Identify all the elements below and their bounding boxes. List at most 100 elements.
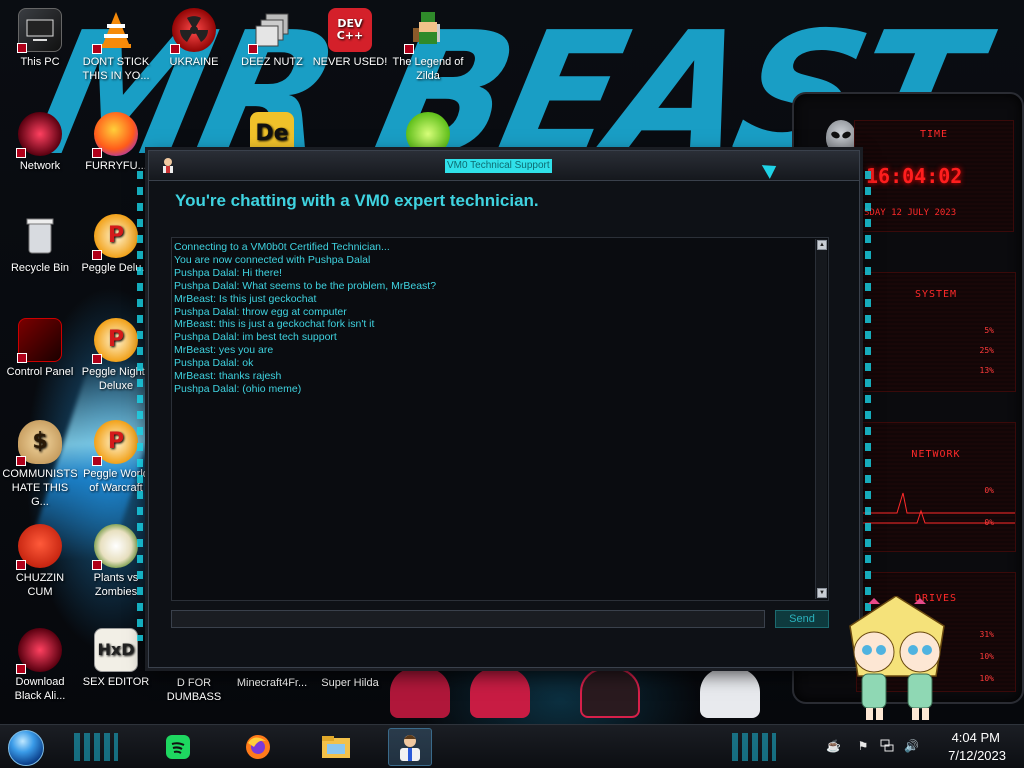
- chuzzle-icon: [16, 524, 62, 570]
- desktop-icon-dont-stick[interactable]: DONT STICK THIS IN YO...: [78, 8, 154, 83]
- wallpaper-shoe: [700, 668, 760, 718]
- taskbar-decoration: [74, 733, 118, 761]
- java-icon[interactable]: ☕: [826, 739, 841, 753]
- chat-messages: Connecting to a VM0b0t Certified Technic…: [174, 241, 814, 597]
- gadget-system-title: SYSTEM: [914, 289, 958, 300]
- desktop-icon-ukraine[interactable]: UKRAINE: [156, 8, 232, 69]
- chat-message: Pushpa Dalal: (ohio meme): [174, 382, 302, 395]
- chat-message: Pushpa Dalal: What seems to be the probl…: [174, 279, 437, 292]
- desktop-icon-label: SEX EDITOR: [82, 676, 150, 688]
- flag-icon[interactable]: ⚑: [856, 739, 870, 753]
- chat-log[interactable]: Connecting to a VM0b0t Certified Technic…: [171, 237, 829, 601]
- scroll-down-button[interactable]: ▼: [817, 588, 827, 598]
- send-button[interactable]: Send: [775, 610, 829, 628]
- gadget-time-title: TIME: [919, 129, 949, 140]
- technician-app-icon: [163, 158, 173, 173]
- star-butterfly-sticker: [849, 596, 945, 720]
- volume-icon[interactable]: 🔊: [904, 739, 919, 753]
- dev-cpp-icon: DEV C++: [328, 8, 372, 52]
- chat-message: MrBeast: yes you are: [174, 344, 274, 357]
- spotify-icon: [166, 735, 190, 759]
- desktop-icon-download-black-ali[interactable]: Download Black Ali...: [2, 628, 78, 703]
- peggle-nights-icon: P: [92, 318, 138, 364]
- desktop-icon-label: The Legend of Zilda: [392, 56, 464, 82]
- taskbar-app-firefox[interactable]: [236, 728, 280, 766]
- file-explorer-icon: [322, 736, 350, 758]
- chat-message-input[interactable]: [171, 610, 765, 628]
- gadget-clock: 16:04:02: [866, 164, 963, 188]
- desktop-icon-label: DEEZ NUTZ: [241, 56, 303, 68]
- alien-head-icon: [826, 120, 856, 154]
- firefox-icon: [246, 735, 270, 759]
- chat-message: MrBeast: thanks rajesh: [174, 370, 282, 383]
- gadget-system-value: 25%: [979, 346, 994, 355]
- desktop-icon-label: This PC: [20, 56, 60, 68]
- desktop-icon-furryfu[interactable]: FURRYFU...: [78, 112, 154, 173]
- window-title: VM0 Technical Support: [445, 159, 552, 173]
- desktop-icon-control-panel[interactable]: Control Panel: [2, 318, 78, 379]
- chat-message: Pushpa Dalal: im best tech support: [174, 331, 337, 344]
- desktop-icon-deez-nutz[interactable]: DEEZ NUTZ: [234, 8, 310, 69]
- stacked-windows-icon: [248, 8, 294, 54]
- desktop-icon-label: CHUZZIN CUM: [15, 572, 65, 598]
- taskbar: ☕ ⚑ 🔊 4:04 PM 7/12/2023: [0, 724, 1024, 768]
- desktop-icon-never-used[interactable]: DEV C++ NEVER USED!: [312, 8, 388, 69]
- zelda-sprite-icon: [404, 8, 450, 54]
- wallpaper-shoe: [390, 668, 450, 718]
- window-edge-decoration: [865, 171, 871, 641]
- network-icon[interactable]: [880, 739, 894, 753]
- gadget-date: SDAY 12 JULY 2023: [864, 208, 957, 218]
- desktop-icon-this-pc[interactable]: This PC: [2, 8, 78, 69]
- desktop-icon-legend-of-zilda[interactable]: The Legend of Zilda: [390, 8, 466, 83]
- desktop-icon-label: Minecraft4Fr...: [236, 677, 308, 689]
- desktop-icon-label: NEVER USED!: [312, 56, 388, 68]
- window-titlebar[interactable]: VM0 Technical Support: [149, 151, 859, 181]
- radiation-icon: [170, 8, 216, 54]
- recycle-bin-icon: [18, 214, 62, 258]
- wallpaper-shoe: [580, 668, 640, 718]
- taskbar-decoration: [732, 733, 776, 761]
- hxd-editor-icon: HxD: [94, 628, 138, 672]
- gadget-network-value: 0%: [984, 518, 994, 527]
- chat-message: Connecting to a VM0b0t Certified Technic…: [174, 241, 390, 253]
- chat-message: Pushpa Dalal: ok: [174, 357, 254, 370]
- wallpaper-shoe: [470, 668, 530, 718]
- taskbar-clock-time[interactable]: 4:04 PM: [952, 730, 1000, 745]
- gadget-network-value: 0%: [984, 486, 994, 495]
- scroll-up-button[interactable]: ▲: [817, 240, 827, 250]
- gadget-drive-value: 10%: [979, 674, 994, 683]
- peggle-wow-icon: P: [92, 420, 138, 466]
- taskbar-app-tech-support[interactable]: [388, 728, 432, 766]
- start-button[interactable]: [8, 730, 44, 766]
- control-panel-icon: [17, 318, 62, 363]
- gadget-system-value: 5%: [984, 326, 994, 335]
- desktop-icon-recycle-bin[interactable]: Recycle Bin: [2, 214, 78, 275]
- desktop-icon-minecraft[interactable]: Minecraft4Fr...: [234, 676, 310, 690]
- chat-header: You're chatting with a VM0 expert techni…: [175, 191, 539, 210]
- chat-scrollbar[interactable]: ▲ ▼: [815, 239, 827, 599]
- taskbar-app-file-explorer[interactable]: [314, 728, 358, 766]
- desktop-icon-communists[interactable]: $ COMMUNISTS HATE THIS G...: [2, 420, 78, 509]
- chat-message: You are now connected with Pushpa Dalal: [174, 253, 371, 266]
- chat-window[interactable]: VM0 Technical Support You're chatting wi…: [137, 150, 871, 668]
- taskbar-app-spotify[interactable]: [156, 728, 200, 766]
- desktop-icon-d-for-dumbass[interactable]: D FOR DUMBASS: [156, 676, 232, 704]
- desktop-icon-label: UKRAINE: [169, 56, 219, 68]
- gadget-network-title: NETWORK: [911, 449, 961, 460]
- this-pc-icon: [17, 8, 62, 53]
- desktop-icon-label: D FOR DUMBASS: [166, 677, 222, 703]
- desktop-icon-super-hilda[interactable]: Super Hilda: [312, 676, 388, 690]
- desktop-icon-label: Super Hilda: [321, 677, 379, 689]
- desktop-icon-label: Control Panel: [6, 366, 74, 378]
- desktop-icon-label: Download Black Ali...: [14, 676, 66, 702]
- desktop-icon-chuzzin[interactable]: CHUZZIN CUM: [2, 524, 78, 599]
- mouse-cursor-icon: [761, 159, 781, 179]
- desktop-icon-network[interactable]: Network: [2, 112, 78, 173]
- taskbar-clock-date[interactable]: 7/12/2023: [948, 748, 1006, 763]
- window-edge-decoration: [137, 171, 143, 641]
- money-bag-icon: $: [16, 420, 62, 466]
- alienware-icon: [16, 628, 62, 674]
- chat-message: MrBeast: this is just a geckochat fork i…: [174, 318, 375, 331]
- chat-message: MrBeast: Is this just geckochat: [174, 292, 317, 305]
- gadget-system-value: 13%: [979, 366, 994, 375]
